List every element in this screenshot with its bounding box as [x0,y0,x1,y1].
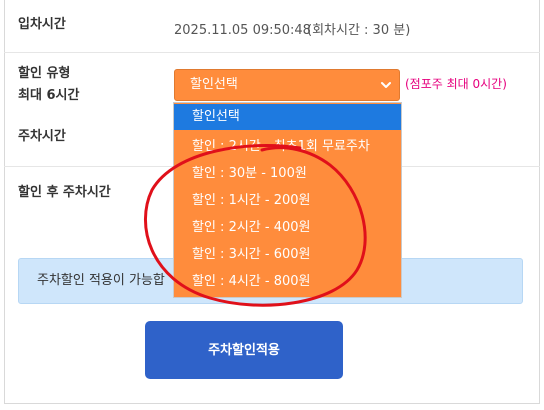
discount-type-label: 할인 유형 [18,66,71,81]
parking-time-label: 주차시간 [18,129,66,144]
discount-select-value: 할인선택 [190,77,238,92]
dropdown-option[interactable]: 할인 : 4시간 - 800원 [174,269,401,295]
after-discount-time-label: 할인 후 주차시간 [18,185,111,200]
discount-dropdown-list: 할인선택 할인 : 2시간 - 최초1회 무료주차 할인 : 30분 - 100… [173,102,402,298]
apply-discount-button[interactable]: 주차할인적용 [145,321,343,379]
chevron-down-icon [381,82,391,88]
entry-time-label: 입차시간 [18,17,66,32]
dropdown-option[interactable]: 할인 : 3시간 - 600원 [174,242,401,268]
owner-max-note: (점포주 최대 0시간) [405,77,507,91]
dropdown-option[interactable]: 할인 : 30분 - 100원 [174,161,401,187]
dropdown-option[interactable]: 할인선택 [174,104,401,130]
dropdown-option[interactable]: 할인 : 1시간 - 200원 [174,188,401,214]
divider [4,52,540,53]
discount-select[interactable]: 할인선택 [174,69,400,101]
return-time-note: (회차시간 : 30 분) [307,23,411,38]
discount-max-label: 최대 6시간 [18,88,80,103]
dropdown-option[interactable]: 할인 : 2시간 - 400원 [174,215,401,241]
dropdown-option[interactable]: 할인 : 2시간 - 최초1회 무료주차 [174,134,401,160]
entry-time-value: 2025.11.05 09:50:48 [174,23,311,38]
